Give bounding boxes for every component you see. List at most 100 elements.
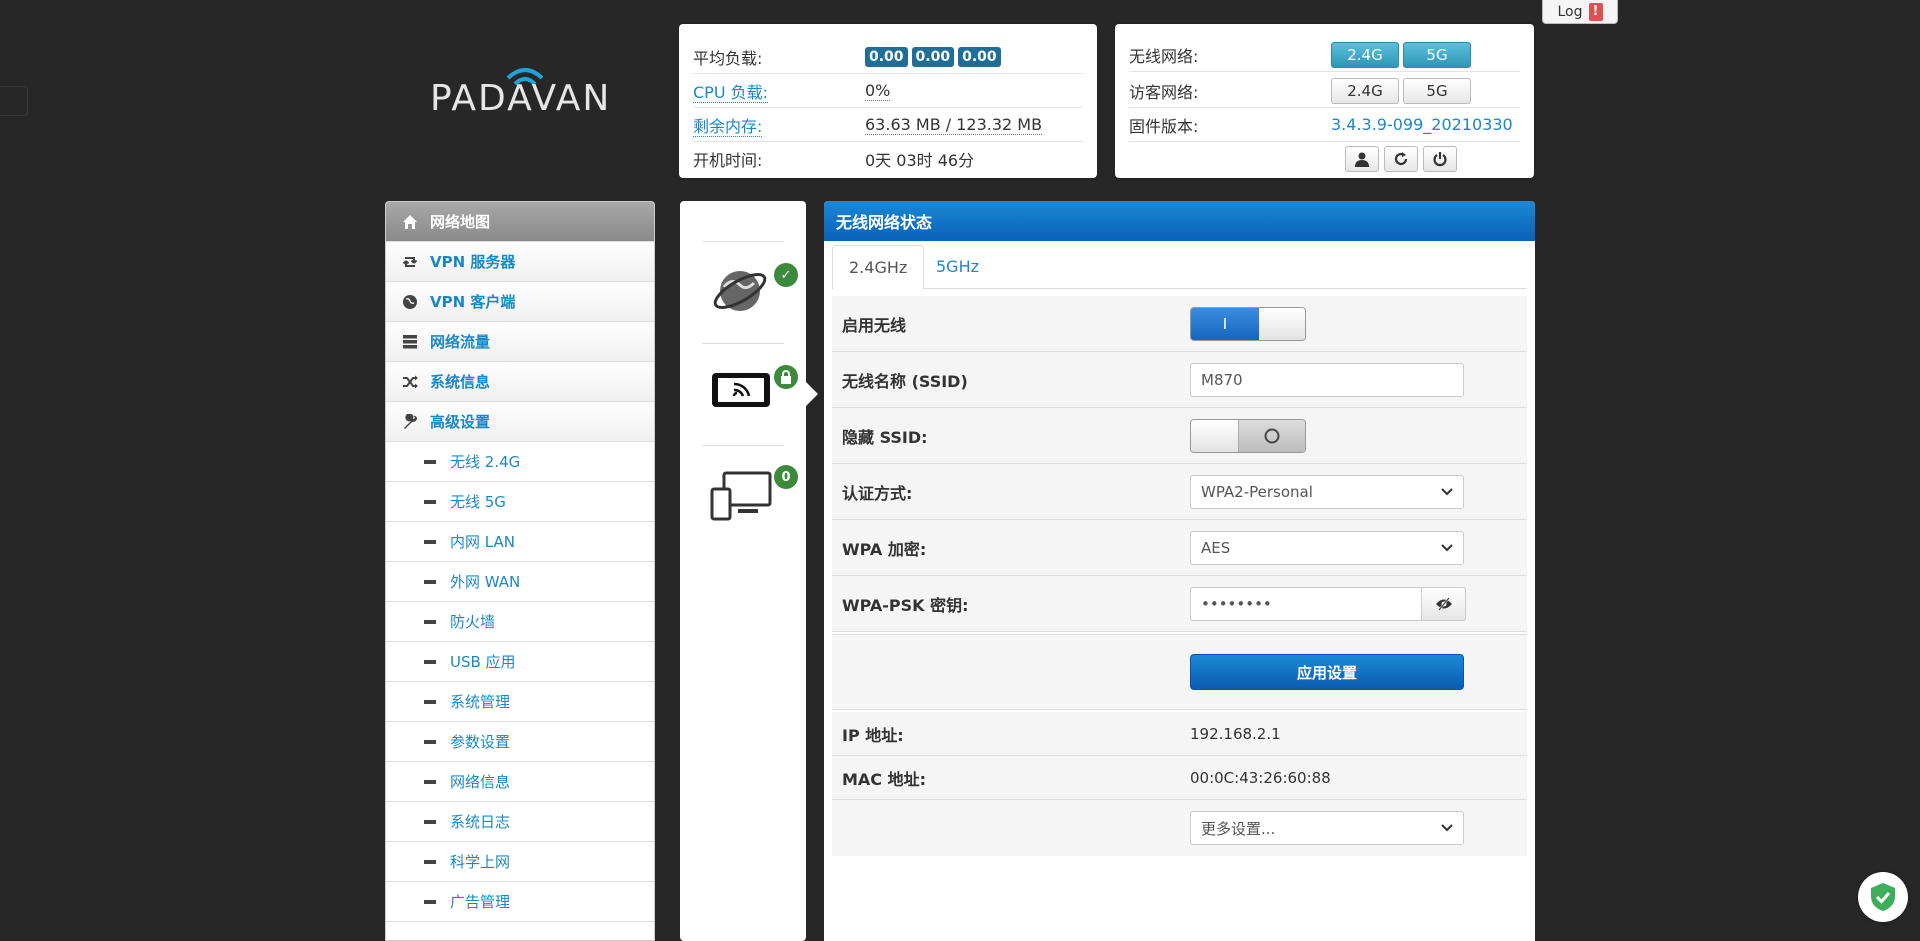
sidebar-sub-system-log[interactable]: 系统日志 <box>386 802 654 842</box>
logo-text: PADAVAN <box>430 78 612 119</box>
user-icon <box>1355 152 1369 167</box>
sidebar-sub-wireless-24g[interactable]: 无线 2.4G <box>386 442 654 482</box>
minus-icon <box>424 779 436 784</box>
auth-mode-value: WPA2-Personal <box>1201 482 1313 501</box>
internet-ok-icon: ✓ <box>774 263 798 287</box>
ssid-input[interactable]: M870 <box>1190 362 1464 397</box>
ssid-row: 无线名称 (SSID) M870 <box>832 352 1527 408</box>
sidebar-sub-wan[interactable]: 外网 WAN <box>386 562 654 602</box>
wireless-5g-button[interactable]: 5G <box>1403 41 1471 68</box>
clients-devices-icon <box>710 471 772 521</box>
globe-icon <box>403 294 417 309</box>
security-shield-button[interactable] <box>1858 872 1908 922</box>
more-settings-select[interactable]: 更多设置... <box>1190 811 1464 845</box>
tab-24ghz[interactable]: 2.4GHz <box>832 245 925 290</box>
network-map-icon-panel: ✓ 0 <box>680 201 806 941</box>
sub-item-label: 参数设置 <box>450 733 511 751</box>
sidebar-sub-network-info[interactable]: 网络信息 <box>386 762 654 802</box>
sub-item-label: 科学上网 <box>450 853 511 871</box>
wpa-psk-label: WPA-PSK 密钥: <box>842 595 969 615</box>
power-icon <box>1433 152 1447 167</box>
sidebar-sub-lan[interactable]: 内网 LAN <box>386 522 654 562</box>
auth-mode-select[interactable]: WPA2-Personal <box>1190 474 1464 509</box>
wireless-status-panel: 无线网络状态 2.4GHz 5GHz 启用无线 I 无线名称 (SSID) M8… <box>824 201 1535 941</box>
chevron-down-icon <box>1441 487 1453 495</box>
power-button[interactable] <box>1423 146 1457 172</box>
reboot-button[interactable] <box>1384 146 1418 172</box>
sidebar-item-vpn-client[interactable]: VPN 客户端 <box>386 282 654 322</box>
sidebar-item-label: VPN 客户端 <box>430 293 516 311</box>
wpa-psk-input[interactable]: •••••••• <box>1190 586 1422 621</box>
sub-item-label: USB 应用 <box>450 653 516 671</box>
sidebar-item-traffic[interactable]: 网络流量 <box>386 322 654 362</box>
sub-item-label: 防火墙 <box>450 613 496 631</box>
firmware-version-link[interactable]: 3.4.3.9-099_20210330 <box>1331 115 1513 134</box>
wireless-24g-button[interactable]: 2.4G <box>1331 41 1399 68</box>
sidebar-sub-usb[interactable]: USB 应用 <box>386 642 654 682</box>
random-icon <box>403 375 418 388</box>
minus-icon <box>424 739 436 744</box>
ssid-label: 无线名称 (SSID) <box>842 371 968 391</box>
internet-status-button[interactable] <box>710 259 780 329</box>
hide-ssid-toggle[interactable] <box>1190 418 1306 453</box>
enable-wireless-toggle[interactable]: I <box>1190 306 1306 341</box>
toggle-on-label: I <box>1191 307 1259 340</box>
hide-ssid-row: 隐藏 SSID: <box>832 408 1527 464</box>
wireless-router-button[interactable] <box>710 369 774 413</box>
sub-item-label: 外网 WAN <box>450 573 521 591</box>
show-password-button[interactable] <box>1422 586 1466 621</box>
sidebar-item-advanced[interactable]: 高级设置 <box>386 402 654 442</box>
chevron-down-icon <box>1441 543 1453 551</box>
wireless-lock-icon <box>774 365 798 389</box>
sidebar-sub-parameters[interactable]: 参数设置 <box>386 722 654 762</box>
load-values: 0.00 0.00 0.00 <box>865 46 1005 67</box>
tab-5ghz[interactable]: 5GHz <box>920 245 995 290</box>
toggle-off-icon <box>1264 428 1280 443</box>
system-status-box: 平均负载: 0.00 0.00 0.00 CPU 负载: 0% 剩余内存: 63.6… <box>679 24 1097 178</box>
apply-row: 应用设置 <box>832 634 1527 710</box>
minus-icon <box>424 819 436 824</box>
cpu-value: 0% <box>865 80 891 101</box>
sidebar-item-label: 网络流量 <box>430 333 491 351</box>
cpu-row: CPU 负载: 0% <box>693 74 1083 108</box>
log-button[interactable]: Log ! <box>1542 0 1618 24</box>
uptime-value: 0天 03时 46分 <box>865 151 975 170</box>
free-memory-link[interactable]: 剩余内存: <box>693 116 763 137</box>
sidebar-item-system-info[interactable]: 系统信息 <box>386 362 654 402</box>
clients-button[interactable] <box>710 469 774 525</box>
minus-icon <box>424 859 436 864</box>
ip-address-label: IP 地址: <box>842 725 904 745</box>
alert-icon: ! <box>1588 2 1603 21</box>
more-settings-row: 更多设置... <box>832 800 1527 856</box>
sidebar-item-label: 网络地图 <box>430 213 491 231</box>
sidebar-item-vpn-server[interactable]: VPN 服务器 <box>386 242 654 282</box>
wpa-encryption-label: WPA 加密: <box>842 539 927 559</box>
user-button[interactable] <box>1345 146 1379 172</box>
panel-title: 无线网络状态 <box>824 201 1535 241</box>
mac-address-value: 00:0C:43:26:60:88 <box>1190 768 1331 787</box>
guest-24g-button[interactable]: 2.4G <box>1331 77 1399 104</box>
load-badge-1: 0.00 <box>865 47 908 67</box>
sidebar-item-label: 系统信息 <box>430 373 491 391</box>
more-settings-value: 更多设置... <box>1201 819 1276 838</box>
minus-icon <box>424 619 436 624</box>
sidebar-item-label: VPN 服务器 <box>430 253 516 271</box>
sidebar-sub-adblock[interactable]: 广告管理 <box>386 882 654 922</box>
wpa-encryption-select[interactable]: AES <box>1190 530 1464 565</box>
actions-row <box>1129 142 1520 176</box>
hide-ssid-label: 隐藏 SSID: <box>842 427 928 447</box>
auth-mode-row: 认证方式: WPA2-Personal <box>832 464 1527 520</box>
sidebar-sub-firewall[interactable]: 防火墙 <box>386 602 654 642</box>
sidebar-sub-system-admin[interactable]: 系统管理 <box>386 682 654 722</box>
cpu-load-link[interactable]: CPU 负载: <box>693 82 769 103</box>
left-edge-handle[interactable] <box>0 86 28 116</box>
sub-item-label: 系统日志 <box>450 813 511 831</box>
sidebar-sub-proxy[interactable]: 科学上网 <box>386 842 654 882</box>
guest-5g-button[interactable]: 5G <box>1403 77 1471 104</box>
sidebar-item-network-map[interactable]: 网络地图 <box>386 202 654 242</box>
log-label: Log <box>1557 3 1583 20</box>
apply-settings-button[interactable]: 应用设置 <box>1190 654 1464 690</box>
sidebar-sub-wireless-5g[interactable]: 无线 5G <box>386 482 654 522</box>
sub-item-label: 内网 LAN <box>450 533 515 551</box>
load-label: 平均负载: <box>693 48 763 68</box>
